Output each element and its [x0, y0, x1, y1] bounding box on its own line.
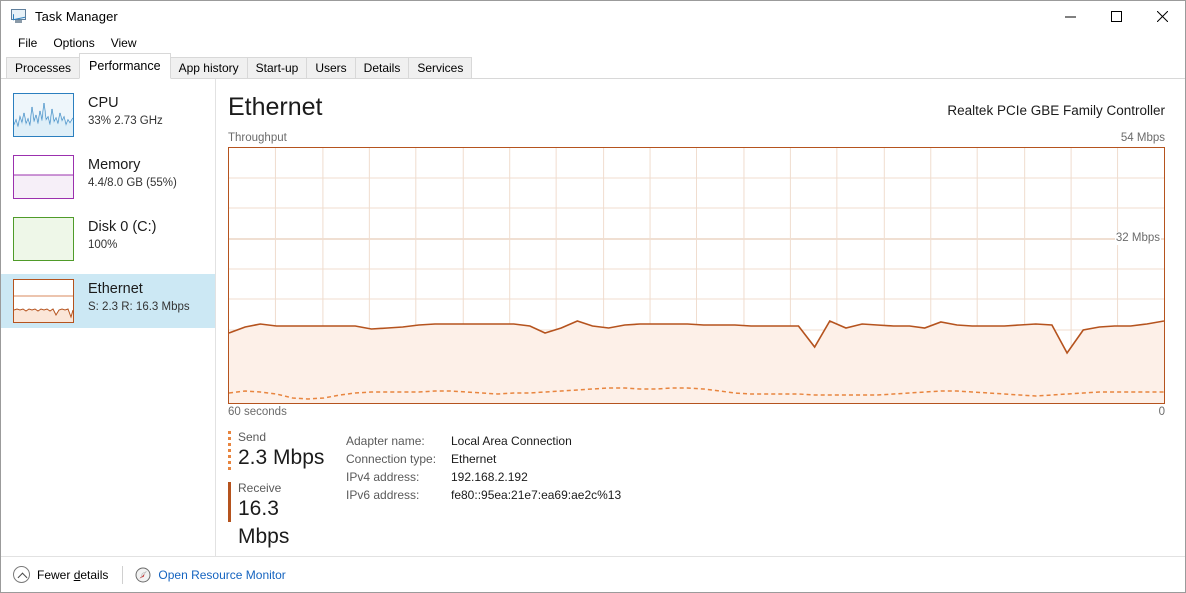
sidebar-item-cpu[interactable]: CPU 33% 2.73 GHz [1, 88, 215, 142]
sidebar-item-cpu-title: CPU [88, 95, 119, 111]
sidebar-item-cpu-subtitle: 33% 2.73 GHz [88, 115, 163, 127]
sidebar-item-memory-texts: Memory 4.4/8.0 GB (55%) [88, 155, 177, 191]
receive-value: 16.3 Mbps [238, 497, 290, 548]
tab-start-up[interactable]: Start-up [246, 57, 308, 78]
sidebar-item-disk-title: Disk 0 (C:) [88, 219, 157, 235]
tab-bar: Processes Performance App history Start-… [1, 53, 1185, 79]
adapter-model-label: Realtek PCIe GBE Family Controller [947, 103, 1165, 118]
ipv6-address-key: IPv6 address: [346, 488, 420, 502]
task-manager-window: Task Manager File Options View Processes… [0, 0, 1186, 593]
receive-stat: Receive 16.3 Mbps [228, 480, 336, 551]
resource-sidebar: CPU 33% 2.73 GHz Memory 4.4/8.0 GB (55%) [1, 79, 216, 556]
graph-max-label: 54 Mbps [1120, 132, 1165, 144]
throughput-graph [228, 147, 1165, 404]
receive-area [229, 321, 1164, 403]
receive-label: Receive [238, 481, 282, 495]
open-resource-monitor-link[interactable]: Open Resource Monitor [135, 567, 286, 583]
connection-type-key: Connection type: [346, 452, 437, 466]
sidebar-item-ethernet-subtitle: S: 2.3 R: 16.3 Mbps [88, 301, 190, 313]
window-controls [1047, 1, 1185, 32]
graph-zero-label: 0 [1158, 406, 1165, 418]
info-row: IPv6 address: fe80::95ea:21e7:ea69:ae2c%… [346, 486, 621, 504]
menu-item-view[interactable]: View [103, 34, 145, 53]
graph-time-label: 60 seconds [228, 406, 287, 418]
stats-area: Send 2.3 Mbps Receive 16.3 Mbps Adapter … [228, 429, 1165, 559]
title-bar: Task Manager [1, 1, 1185, 32]
open-resource-monitor-label: Open Resource Monitor [158, 567, 286, 582]
page-title: Ethernet [228, 93, 323, 121]
resource-monitor-icon [135, 567, 151, 583]
close-button[interactable] [1139, 1, 1185, 32]
sidebar-item-ethernet-title: Ethernet [88, 281, 143, 297]
menu-item-file[interactable]: File [10, 34, 45, 53]
throughput-graph-wrap: 32 Mbps [228, 147, 1165, 404]
maximize-button[interactable] [1093, 1, 1139, 32]
send-value: 2.3 Mbps [238, 446, 325, 469]
ethernet-thumbnail [13, 279, 74, 323]
info-row: Connection type: Ethernet [346, 450, 621, 468]
content-body: CPU 33% 2.73 GHz Memory 4.4/8.0 GB (55%) [1, 79, 1185, 556]
ipv4-address-value: 192.168.2.192 [451, 470, 528, 484]
tab-processes[interactable]: Processes [6, 57, 81, 78]
graph-caption: Throughput 54 Mbps [228, 132, 1165, 144]
throughput-stats: Send 2.3 Mbps Receive 16.3 Mbps [228, 429, 336, 559]
sidebar-item-ethernet-texts: Ethernet S: 2.3 R: 16.3 Mbps [88, 279, 190, 315]
cpu-thumbnail [13, 93, 74, 137]
menu-item-options[interactable]: Options [45, 34, 102, 53]
fewer-details-post: etails [80, 567, 109, 582]
tab-app-history[interactable]: App history [169, 57, 248, 78]
panel-header: Ethernet Realtek PCIe GBE Family Control… [228, 79, 1165, 123]
connection-type-value: Ethernet [451, 452, 497, 466]
send-label: Send [238, 430, 267, 444]
send-color-swatch [228, 431, 231, 471]
footer-divider [122, 565, 124, 584]
graph-mid-label: 32 Mbps [1114, 232, 1161, 245]
minimize-button[interactable] [1047, 1, 1093, 32]
ipv6-address-value: fe80::95ea:21e7:ea69:ae2c%13 [451, 488, 622, 502]
sidebar-item-memory-subtitle: 4.4/8.0 GB (55%) [88, 177, 177, 189]
sidebar-item-memory-title: Memory [88, 157, 141, 173]
fewer-details-label: Fewer details [37, 568, 108, 582]
tab-services[interactable]: Services [408, 57, 473, 78]
tab-performance[interactable]: Performance [79, 53, 171, 79]
tab-details[interactable]: Details [354, 57, 410, 78]
fewer-details-pre: Fewer [37, 567, 74, 582]
fewer-details-button[interactable]: Fewer details [13, 566, 108, 583]
sidebar-item-ethernet[interactable]: Ethernet S: 2.3 R: 16.3 Mbps [1, 274, 215, 328]
window-title: Task Manager [35, 9, 118, 24]
status-bar: Fewer details Open Resource Monitor [1, 556, 1185, 592]
tab-users[interactable]: Users [306, 57, 356, 78]
receive-color-swatch [228, 482, 231, 522]
sidebar-item-disk[interactable]: Disk 0 (C:) 100% [1, 212, 215, 266]
info-row: IPv4 address: 192.168.2.192 [346, 468, 621, 486]
graph-footer: 60 seconds 0 [228, 406, 1165, 418]
memory-thumbnail [13, 155, 74, 199]
adapter-name-key: Adapter name: [346, 434, 425, 448]
send-stat: Send 2.3 Mbps [228, 429, 336, 472]
task-manager-icon [10, 8, 27, 25]
sidebar-item-disk-subtitle: 100% [88, 239, 118, 251]
graph-axis-label: Throughput [228, 132, 287, 144]
ipv4-address-key: IPv4 address: [346, 470, 420, 484]
throughput-graph-svg [229, 148, 1164, 403]
disk-thumbnail [13, 217, 74, 261]
adapter-info-table: Adapter name: Local Area Connection Conn… [346, 429, 621, 559]
sidebar-item-memory[interactable]: Memory 4.4/8.0 GB (55%) [1, 150, 215, 204]
menu-bar: File Options View [1, 32, 1185, 54]
performance-detail-panel: Ethernet Realtek PCIe GBE Family Control… [216, 79, 1185, 556]
chevron-up-icon [13, 566, 30, 583]
sidebar-item-disk-texts: Disk 0 (C:) 100% [88, 217, 156, 253]
sidebar-item-cpu-texts: CPU 33% 2.73 GHz [88, 93, 163, 129]
info-row: Adapter name: Local Area Connection [346, 432, 621, 450]
adapter-name-value: Local Area Connection [451, 434, 572, 448]
